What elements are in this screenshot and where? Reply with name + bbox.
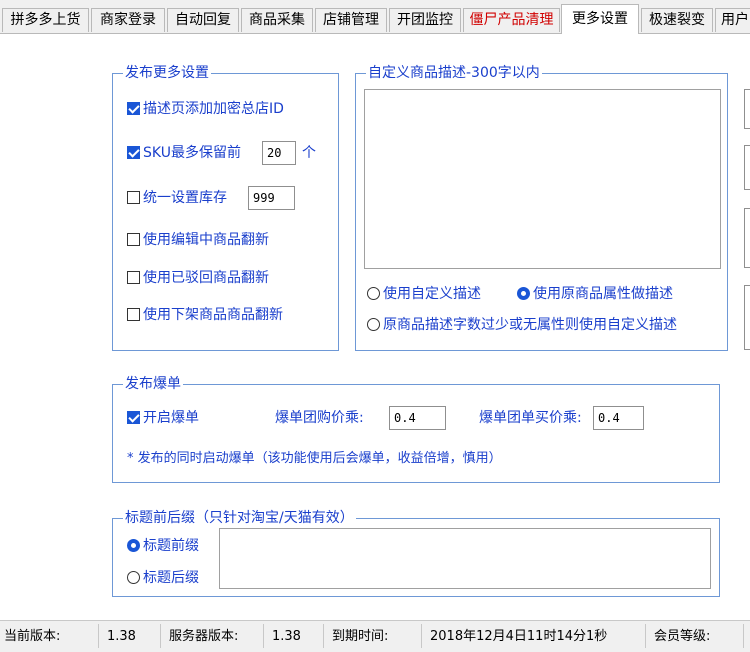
checkbox-icon bbox=[127, 271, 140, 284]
status-separator bbox=[98, 624, 99, 648]
tab-group-monitor[interactable]: 开团监控 bbox=[389, 8, 461, 32]
tab-zombie-cleanup[interactable]: 僵尸产品清理 bbox=[463, 8, 560, 32]
status-separator bbox=[160, 624, 161, 648]
use-offshelf-checkbox[interactable]: 使用下架商品商品翻新 bbox=[127, 305, 283, 325]
tab-fission[interactable]: 极速裂变 bbox=[641, 8, 713, 32]
version-value: 1.38 bbox=[107, 629, 136, 644]
single-mult-input[interactable]: 0.4 bbox=[593, 406, 644, 430]
radio-icon bbox=[367, 287, 380, 300]
server-version-value: 1.38 bbox=[272, 629, 301, 644]
tab-auto-reply[interactable]: 自动回复 bbox=[167, 8, 239, 32]
expire-label: 到期时间: bbox=[332, 629, 389, 644]
checkbox-checked-icon bbox=[127, 411, 140, 424]
radio-title-suffix[interactable]: 标题后缀 bbox=[127, 568, 199, 588]
use-editing-checkbox[interactable]: 使用编辑中商品翻新 bbox=[127, 230, 269, 250]
radio-original-desc[interactable]: 使用原商品属性做描述 bbox=[517, 284, 673, 304]
group-mult-input[interactable]: 0.4 bbox=[389, 406, 446, 430]
tab-pdd-upload[interactable]: 拼多多上货 bbox=[2, 8, 89, 32]
radio-fallback-desc[interactable]: 原商品描述字数过少或无属性则使用自定义描述 bbox=[367, 315, 677, 335]
sku-keep-unit: 个 bbox=[302, 145, 316, 161]
encrypt-shop-id-checkbox[interactable]: 描述页添加加密总店ID bbox=[127, 99, 284, 119]
tab-merchant-login[interactable]: 商家登录 bbox=[91, 8, 165, 32]
group-mult-label: 爆单团购价乘: bbox=[275, 410, 364, 426]
right-panel-box bbox=[744, 145, 750, 190]
use-rejected-checkbox[interactable]: 使用已驳回商品翻新 bbox=[127, 268, 269, 288]
hot-order-note: * 发布的同时启动爆单（该功能使用后会爆单，收益倍增，慎用） bbox=[127, 451, 502, 466]
tab-bar: 拼多多上货 商家登录 自动回复 商品采集 店铺管理 开团监控 僵尸产品清理 更多… bbox=[0, 0, 750, 34]
expire-value: 2018年12月4日11时14分1秒 bbox=[430, 629, 608, 644]
custom-desc-title: 自定义商品描述-300字以内 bbox=[366, 64, 542, 82]
radio-icon bbox=[367, 318, 380, 331]
status-separator bbox=[421, 624, 422, 648]
checkbox-checked-icon bbox=[127, 102, 140, 115]
unified-stock-checkbox[interactable]: 统一设置库存 bbox=[127, 188, 227, 208]
member-level-label: 会员等级: bbox=[654, 629, 711, 644]
custom-desc-textarea[interactable] bbox=[364, 89, 721, 269]
radio-title-prefix[interactable]: 标题前缀 bbox=[127, 536, 199, 556]
radio-icon bbox=[127, 571, 140, 584]
single-mult-label: 爆单团单买价乘: bbox=[479, 410, 582, 426]
title-affix-title: 标题前后缀（只针对淘宝/天猫有效） bbox=[123, 509, 356, 527]
right-panel-box bbox=[744, 208, 750, 268]
radio-custom-desc[interactable]: 使用自定义描述 bbox=[367, 284, 481, 304]
status-separator bbox=[743, 624, 744, 648]
status-separator bbox=[323, 624, 324, 648]
tab-product-collect[interactable]: 商品采集 bbox=[241, 8, 313, 32]
title-affix-textarea[interactable] bbox=[219, 528, 711, 589]
checkbox-icon bbox=[127, 233, 140, 246]
sku-keep-checkbox[interactable]: SKU最多保留前 bbox=[127, 143, 241, 163]
version-label: 当前版本: bbox=[4, 629, 61, 644]
publish-settings-title: 发布更多设置 bbox=[123, 64, 211, 82]
right-panel-box bbox=[744, 285, 750, 350]
checkbox-icon bbox=[127, 308, 140, 321]
tab-shop-manage[interactable]: 店铺管理 bbox=[315, 8, 387, 32]
unified-stock-input[interactable]: 999 bbox=[248, 186, 295, 210]
checkbox-icon bbox=[127, 191, 140, 204]
sku-keep-input[interactable]: 20 bbox=[262, 141, 296, 165]
radio-selected-icon bbox=[127, 539, 140, 552]
checkbox-checked-icon bbox=[127, 146, 140, 159]
status-separator bbox=[263, 624, 264, 648]
tab-more-settings[interactable]: 更多设置 bbox=[561, 4, 639, 34]
radio-selected-icon bbox=[517, 287, 530, 300]
hot-order-title: 发布爆单 bbox=[123, 375, 183, 393]
hot-order-enable-checkbox[interactable]: 开启爆单 bbox=[127, 408, 199, 428]
status-bar: 当前版本: 1.38 服务器版本: 1.38 到期时间: 2018年12月4日1… bbox=[0, 620, 750, 652]
status-separator bbox=[645, 624, 646, 648]
tab-user[interactable]: 用户 bbox=[715, 8, 750, 32]
right-panel-box bbox=[744, 89, 750, 129]
server-version-label: 服务器版本: bbox=[169, 629, 239, 644]
